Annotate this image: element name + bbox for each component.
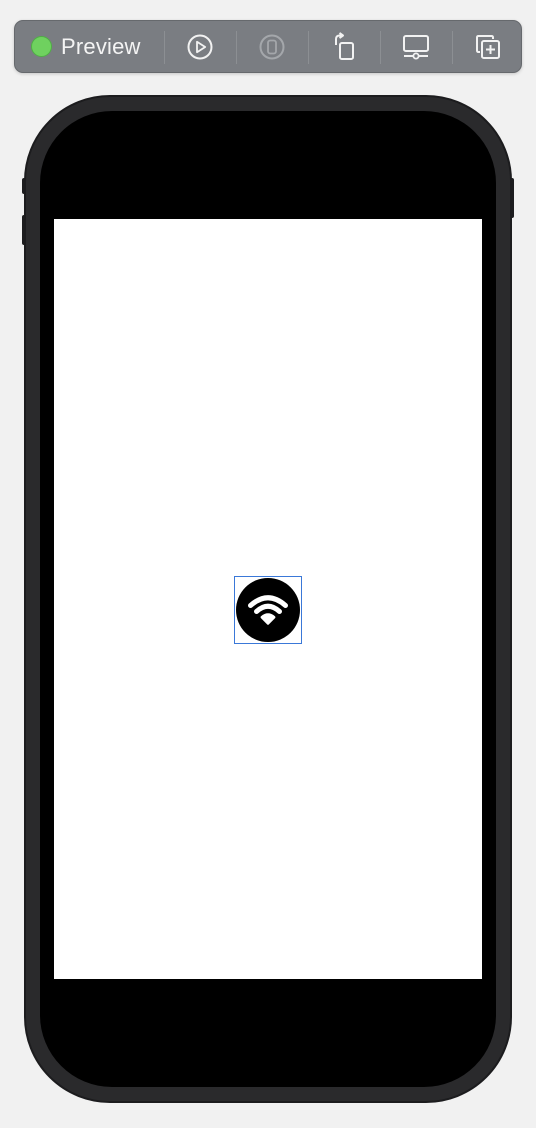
rotate-button[interactable] xyxy=(326,30,362,64)
toolbar-divider xyxy=(380,31,381,64)
toolbar-divider xyxy=(452,31,453,64)
duplicate-plus-icon xyxy=(476,35,500,59)
rotate-device-icon xyxy=(335,32,354,60)
duplicate-preview-button[interactable] xyxy=(470,30,506,64)
toolbar-divider xyxy=(308,31,309,64)
device-icon xyxy=(259,34,285,60)
status-indicator xyxy=(31,36,52,57)
play-circle-icon xyxy=(187,34,213,60)
preview-canvas: Preview xyxy=(0,0,536,1128)
selection-frame xyxy=(234,576,302,644)
live-preview-button[interactable] xyxy=(182,30,218,64)
toolbar-divider xyxy=(164,31,165,64)
toolbar-divider xyxy=(236,31,237,64)
preview-toolbar: Preview xyxy=(14,20,522,73)
device-inspect-button[interactable] xyxy=(254,30,290,64)
device-settings-button[interactable] xyxy=(398,30,434,64)
display-settings-icon xyxy=(403,35,429,60)
preview-title: Preview xyxy=(61,34,141,59)
